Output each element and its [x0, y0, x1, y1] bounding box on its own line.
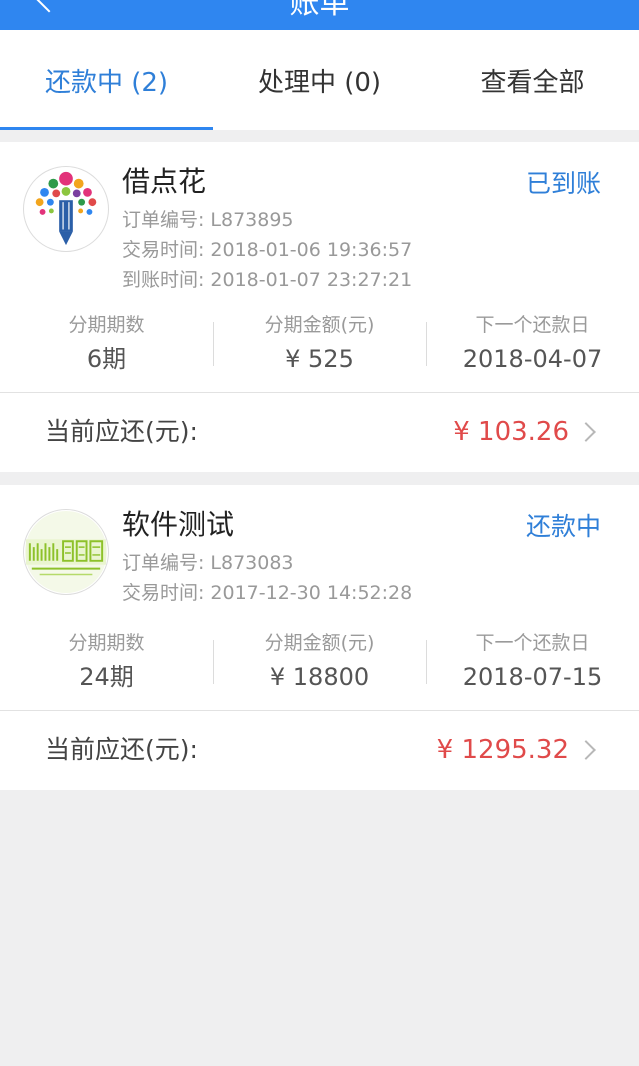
- merchant-logo: [23, 166, 109, 252]
- arrive-time-value: 2018-01-07 23:27:21: [210, 269, 413, 291]
- trade-time-value: 2017-12-30 14:52:28: [210, 582, 413, 604]
- green-text-logo-icon: [24, 510, 108, 594]
- tab-view-all[interactable]: 查看全部: [426, 30, 639, 130]
- pencil-tree-logo-icon: [35, 171, 97, 246]
- order-number-value: L873895: [210, 209, 294, 231]
- trade-time-row: 交易时间: 2018-01-06 19:36:57: [122, 237, 412, 263]
- stat-value: 2018-07-15: [462, 663, 603, 691]
- trade-time-label: 交易时间:: [122, 239, 205, 261]
- merchant-name: 借点花: [122, 165, 207, 198]
- stat-value: ¥ 525: [285, 345, 354, 373]
- tab-repaying[interactable]: 还款中 (2): [0, 30, 213, 130]
- stat-value: ¥ 18800: [269, 663, 370, 691]
- arrive-time-row: 到账时间: 2018-01-07 23:27:21: [122, 267, 412, 293]
- stat-periods: 分期期数 24期: [0, 628, 213, 698]
- divider: [0, 392, 639, 393]
- stat-label: 下一个还款日: [475, 632, 590, 654]
- order-card[interactable]: 软件测试 还款中 订单编号: L873083 交易时间: 2017-12-30 14…: [0, 485, 639, 790]
- merchant-name: 软件测试: [122, 508, 235, 541]
- status-badge: 还款中: [525, 512, 601, 541]
- stat-next-date: 下一个还款日 2018-04-07: [426, 310, 639, 380]
- page-title: 账单: [289, 0, 350, 21]
- stat-value: 2018-04-07: [462, 345, 603, 373]
- stat-value: 6期: [86, 345, 127, 373]
- stat-label: 分期金额(元): [264, 632, 375, 654]
- app-header: 账单: [0, 0, 639, 30]
- stat-label: 分期期数: [68, 314, 145, 336]
- order-number-value: L873083: [210, 552, 294, 574]
- merchant-logo: [23, 509, 109, 595]
- installment-stats: 分期期数 6期 分期金额(元) ¥ 525 下一个还款日 2018-04-07: [0, 310, 639, 380]
- stat-next-date: 下一个还款日 2018-07-15: [426, 628, 639, 698]
- trade-time-label: 交易时间:: [122, 582, 205, 604]
- trade-time-row: 交易时间: 2017-12-30 14:52:28: [122, 580, 412, 606]
- stat-periods: 分期期数 6期: [0, 310, 213, 380]
- current-due-label: 当前应还(元):: [45, 735, 198, 764]
- stat-amount: 分期金额(元) ¥ 18800: [213, 628, 426, 698]
- stat-value: 24期: [79, 663, 134, 691]
- order-number-label: 订单编号:: [122, 209, 205, 231]
- order-card[interactable]: 借点花 已到账 订单编号: L873895 交易时间: 2018-01-06 19:…: [0, 142, 639, 472]
- tab-bar: 还款中 (2) 处理中 (0) 查看全部: [0, 30, 639, 130]
- arrive-time-label: 到账时间:: [122, 269, 205, 291]
- current-due-amount[interactable]: ¥ 1295.32: [437, 732, 569, 768]
- tab-processing[interactable]: 处理中 (0): [213, 30, 426, 130]
- order-number-row: 订单编号: L873083: [122, 550, 294, 576]
- stat-label: 分期金额(元): [264, 314, 375, 336]
- order-number-row: 订单编号: L873895: [122, 207, 294, 233]
- current-due-label: 当前应还(元):: [45, 417, 198, 446]
- order-number-label: 订单编号:: [122, 552, 205, 574]
- chevron-right-icon[interactable]: [576, 422, 596, 442]
- status-badge: 已到账: [525, 169, 601, 198]
- current-due-amount[interactable]: ¥ 103.26: [453, 414, 569, 450]
- stat-label: 下一个还款日: [475, 314, 590, 336]
- chevron-right-icon[interactable]: [576, 740, 596, 760]
- trade-time-value: 2018-01-06 19:36:57: [210, 239, 413, 261]
- installment-stats: 分期期数 24期 分期金额(元) ¥ 18800 下一个还款日 2018-07-…: [0, 628, 639, 698]
- divider: [0, 710, 639, 711]
- stat-amount: 分期金额(元) ¥ 525: [213, 310, 426, 380]
- stat-label: 分期期数: [68, 632, 145, 654]
